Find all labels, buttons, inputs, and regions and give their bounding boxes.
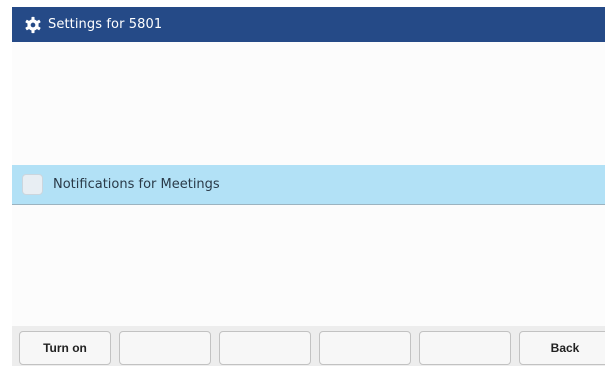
softkey-2[interactable] (119, 331, 211, 365)
title-bar: Settings for 5801 (12, 7, 605, 42)
phone-screen: Settings for 5801 Notifications for Meet… (12, 7, 605, 366)
softkey-turn-on[interactable]: Turn on (19, 331, 111, 365)
softkey-3[interactable] (219, 331, 311, 365)
page-title: Settings for 5801 (48, 17, 163, 32)
gear-icon (24, 16, 42, 34)
softkey-bar: Turn on Back (12, 326, 605, 366)
softkey-4[interactable] (319, 331, 411, 365)
notifications-checkbox[interactable] (22, 174, 43, 195)
softkey-back[interactable]: Back (519, 331, 605, 365)
list-item-label: Notifications for Meetings (53, 177, 220, 192)
softkey-5[interactable] (419, 331, 511, 365)
list-item-notifications-for-meetings[interactable]: Notifications for Meetings (12, 165, 605, 205)
